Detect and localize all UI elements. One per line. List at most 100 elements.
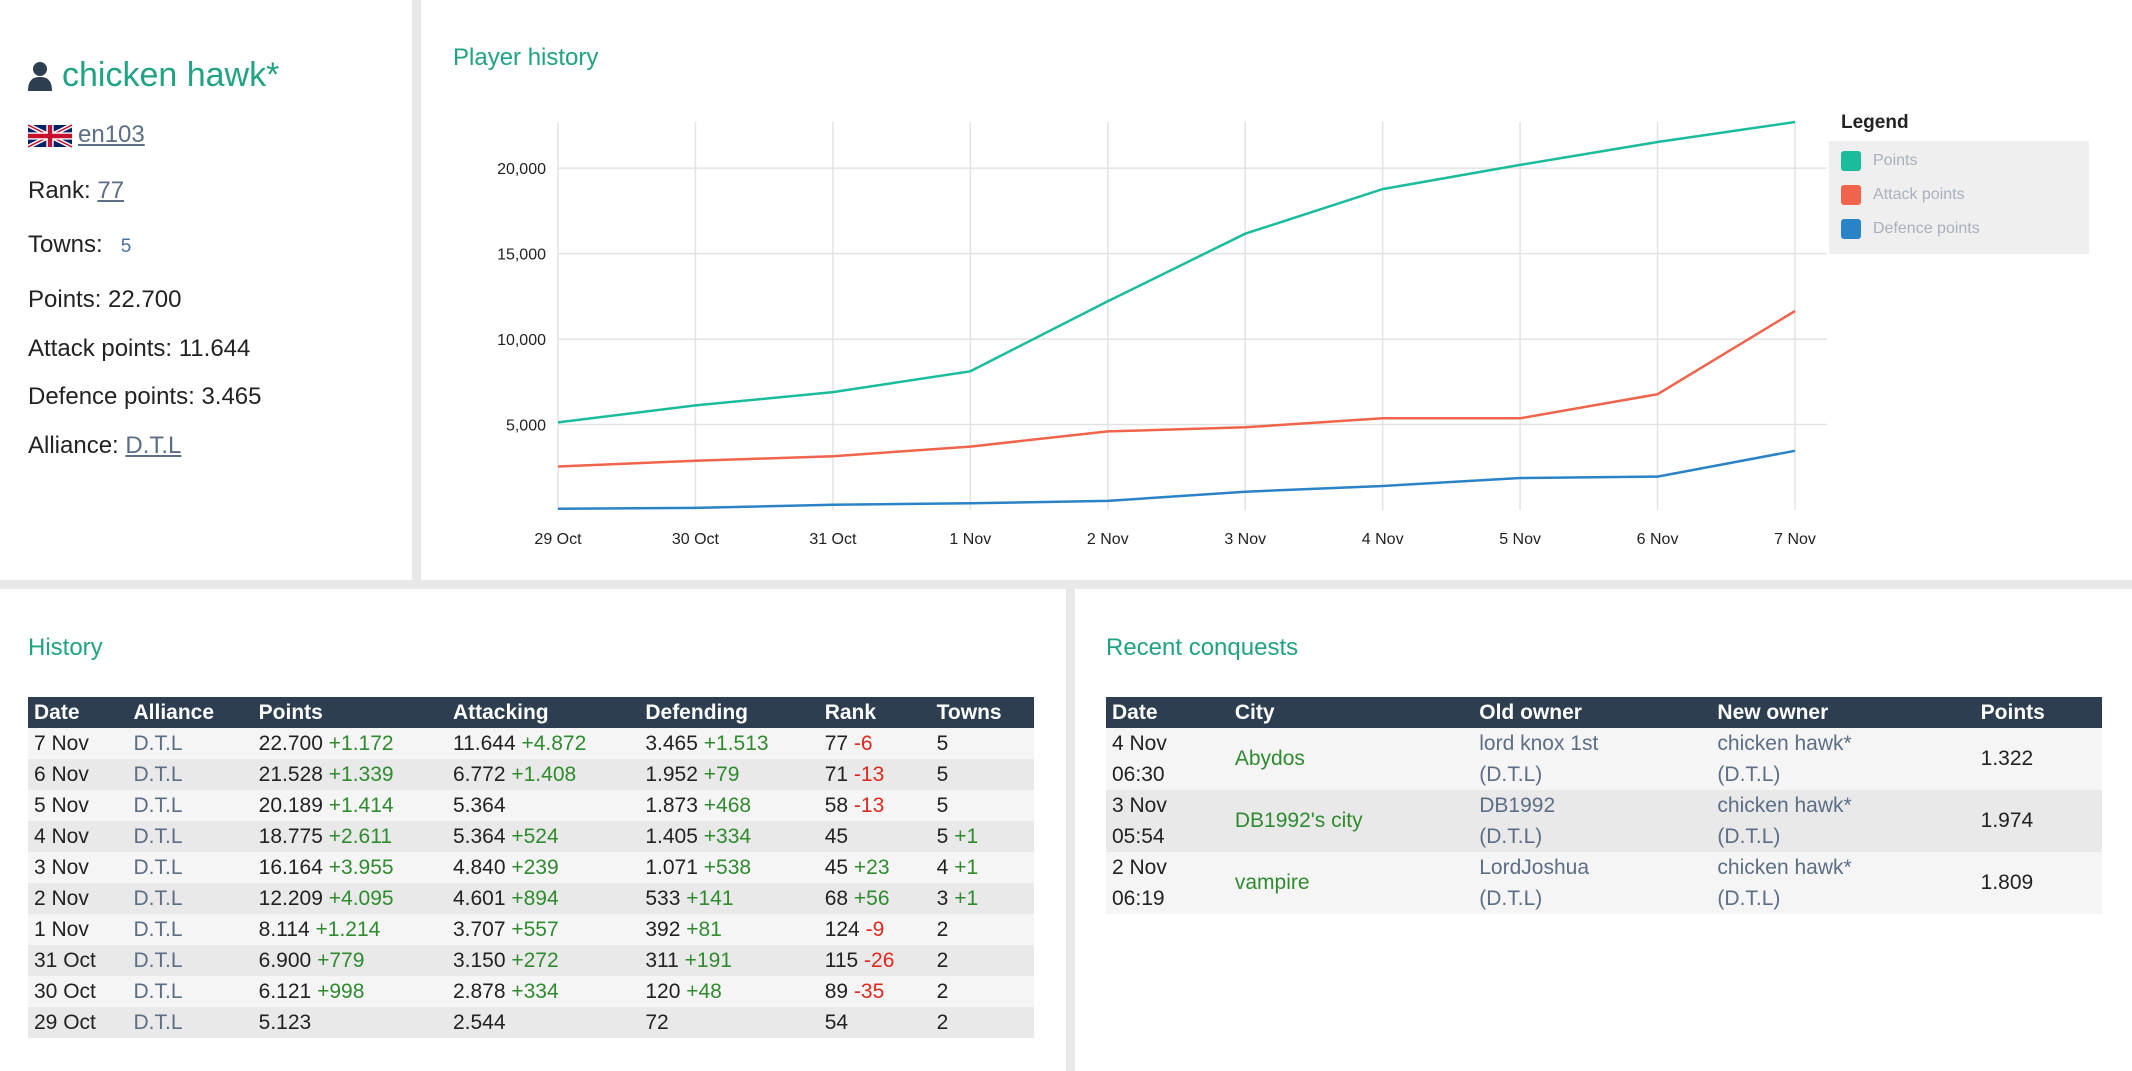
history-alliance-link[interactable]: D.T.L [134, 794, 183, 817]
new-owner-alliance-link[interactable]: (D.T.L) [1717, 883, 1968, 914]
conquest-row: 4 Nov 06:30 Abydos lord knox 1st (D.T.L) chic… [1106, 728, 2102, 790]
x-tick-label: 31 Oct [809, 531, 857, 548]
new-owner-alliance-link[interactable]: (D.T.L) [1717, 821, 1968, 852]
alliance-row: Alliance: D.T.L [28, 432, 181, 460]
conquest-city-link[interactable]: DB1992's city [1235, 809, 1363, 832]
history-alliance-link[interactable]: D.T.L [134, 732, 183, 755]
history-alliance-link[interactable]: D.T.L [134, 856, 183, 879]
history-towns-delta: +1 [954, 855, 979, 879]
history-col-header[interactable]: Points [252, 697, 447, 728]
history-cell: 89 -35 [819, 976, 931, 1007]
history-cell: 5 +1 [931, 821, 1034, 852]
conquests-col-header[interactable]: Points [1974, 697, 2102, 728]
legend-swatch [1841, 185, 1861, 205]
history-rank-delta: -13 [853, 793, 885, 817]
old-owner-link[interactable]: lord knox 1st [1479, 728, 1705, 759]
history-defence: 311 [645, 948, 679, 972]
history-alliance-link[interactable]: D.T.L [134, 918, 183, 941]
history-points: 22.700 [258, 731, 323, 755]
y-tick-label: 15,000 [497, 247, 546, 264]
history-row: 31 Oct D.T.L 6.900 +779 3.150 +272 311 +… [28, 945, 1034, 976]
conquest-row: 2 Nov 06:19 vampire LordJoshua (D.T.L) chicke… [1106, 852, 2102, 914]
history-towns: 2 [936, 1010, 949, 1034]
conquests-col-header[interactable]: Date [1106, 697, 1229, 728]
history-col-header[interactable]: Alliance [127, 697, 253, 728]
history-col-header[interactable]: Defending [639, 697, 819, 728]
old-owner-link[interactable]: LordJoshua [1479, 852, 1705, 883]
history-cell: 3.465 +1.513 [639, 728, 818, 759]
old-owner-link[interactable]: DB1992 [1479, 790, 1705, 821]
conquests-col-header[interactable]: City [1228, 697, 1474, 728]
legend-item[interactable]: Defence points [1841, 219, 1980, 239]
history-defence-delta: +79 [703, 762, 740, 786]
alliance-link[interactable]: D.T.L [125, 432, 181, 459]
history-attack-delta: +524 [511, 824, 559, 848]
history-cell: 5 [931, 790, 1034, 821]
legend-label: Defence points [1873, 220, 1980, 237]
history-cell: 5.123 [253, 1007, 447, 1038]
rank-link[interactable]: 77 [97, 177, 124, 204]
history-points-delta: +2.611 [328, 824, 393, 848]
history-points-delta: +1.414 [328, 793, 394, 817]
history-date: 3 Nov [34, 855, 89, 879]
series-line-points[interactable] [557, 120, 1796, 424]
history-defence: 533 [645, 886, 681, 910]
old-owner-alliance-link[interactable]: (D.T.L) [1479, 821, 1705, 852]
history-cell: 16.164 +3.955 [253, 852, 447, 883]
history-alliance-link[interactable]: D.T.L [134, 1011, 183, 1034]
rank-label: Rank: [28, 177, 91, 204]
legend-item[interactable]: Attack points [1841, 185, 1965, 205]
conquests-col-header[interactable]: Old owner [1473, 697, 1712, 728]
towns-value[interactable]: 5 [121, 236, 132, 257]
history-col-header[interactable]: Towns [930, 697, 1034, 728]
history-alliance-link[interactable]: D.T.L [134, 980, 183, 1003]
history-date: 2 Nov [34, 886, 89, 910]
history-col-header[interactable]: Date [28, 697, 128, 728]
history-points-delta: +1.339 [328, 762, 394, 786]
series-line-attack-points[interactable] [557, 309, 1796, 468]
history-rank: 71 [824, 762, 849, 786]
history-attack: 4.840 [452, 855, 506, 879]
x-tick-label: 29 Oct [534, 531, 582, 548]
history-attack-delta: +557 [511, 917, 559, 941]
history-cell: 4 Nov [28, 821, 128, 852]
history-alliance-link[interactable]: D.T.L [134, 887, 183, 910]
history-points-delta: +1.172 [328, 731, 394, 755]
history-col-header[interactable]: Rank [818, 697, 931, 728]
conquest-city-link[interactable]: Abydos [1235, 747, 1305, 770]
history-cell: D.T.L [128, 914, 253, 945]
history-cell: 12.209 +4.095 [253, 883, 447, 914]
history-defence: 72 [645, 1010, 669, 1034]
legend-item[interactable]: Points [1841, 151, 1917, 171]
conquests-col-header[interactable]: New owner [1711, 697, 1975, 728]
history-towns: 3 [936, 886, 949, 910]
history-alliance-link[interactable]: D.T.L [134, 763, 183, 786]
history-points: 6.121 [258, 979, 312, 1003]
conquest-row: 3 Nov 05:54 DB1992's city DB1992 (D.T.L) chic… [1106, 790, 2102, 852]
history-row: 7 Nov D.T.L 22.700 +1.172 11.644 +4.872 … [28, 728, 1034, 759]
history-rank: 89 [824, 979, 849, 1003]
history-cell: 4.840 +239 [447, 852, 639, 883]
new-owner-alliance-link[interactable]: (D.T.L) [1717, 759, 1968, 790]
old-owner-alliance-link[interactable]: (D.T.L) [1479, 883, 1705, 914]
history-rank: 68 [824, 886, 849, 910]
x-tick-label: 30 Oct [672, 531, 720, 548]
world-link[interactable]: en103 [78, 121, 145, 148]
old-owner-alliance-link[interactable]: (D.T.L) [1479, 759, 1705, 790]
x-tick-label: 2 Nov [1087, 531, 1129, 548]
new-owner-link[interactable]: chicken hawk* [1717, 728, 1968, 759]
history-cell: 2 [931, 945, 1034, 976]
history-towns: 5 [936, 793, 949, 817]
conquest-city-link[interactable]: vampire [1235, 871, 1310, 894]
history-cell: 30 Oct [28, 976, 128, 1007]
conquest-points: 1.809 [1980, 871, 2034, 894]
history-towns-delta: +1 [954, 824, 979, 848]
new-owner-link[interactable]: chicken hawk* [1717, 790, 1968, 821]
history-cell: 2 [931, 914, 1034, 945]
new-owner-link[interactable]: chicken hawk* [1717, 852, 1968, 883]
history-attack: 3.150 [452, 948, 506, 972]
history-alliance-link[interactable]: D.T.L [134, 825, 183, 848]
history-col-header[interactable]: Attacking [446, 697, 640, 728]
history-cell: 533 +141 [639, 883, 818, 914]
history-alliance-link[interactable]: D.T.L [134, 949, 183, 972]
